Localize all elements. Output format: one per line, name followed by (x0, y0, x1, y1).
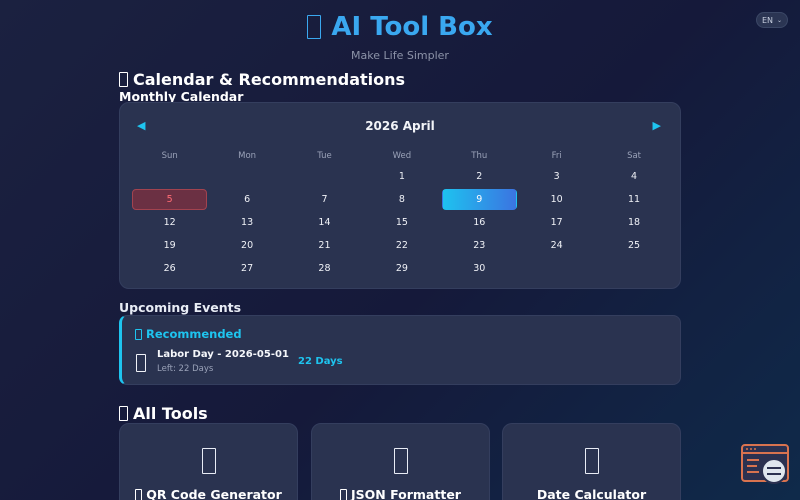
event-days-countdown: 22 Days (298, 356, 343, 367)
calendar-section-heading: Calendar & Recommendations Monthly Calen… (119, 70, 681, 104)
tool-label-text: QR Code Generator (146, 487, 282, 500)
header: AI Tool Box Make Life Simpler (0, 0, 800, 62)
calendar-icon (503, 448, 680, 474)
app-title-text: AI Tool Box (331, 12, 493, 42)
event-card[interactable]: Recommended Labor Day - 2026-05-01 Left:… (119, 315, 681, 385)
calendar-day[interactable]: 8 (364, 189, 439, 210)
calendar-empty-cell (596, 258, 671, 279)
weekday-header: Mon (238, 151, 257, 161)
calendar-day[interactable]: 26 (132, 258, 207, 279)
section-title-calendar: Calendar & Recommendations (119, 70, 681, 89)
calendar-day[interactable]: 4 (596, 166, 671, 187)
next-month-button[interactable]: ▶ (653, 119, 661, 132)
calendar-day[interactable]: 27 (209, 258, 284, 279)
language-label: EN (761, 15, 774, 25)
tool-label: Date Calculator (503, 487, 680, 500)
calendar-empty-cell (209, 166, 284, 187)
event-name: Labor Day - 2026-05-01 (157, 349, 289, 360)
recommended-label: Recommended (135, 327, 242, 341)
qr-code-small-icon (135, 488, 143, 500)
calendar-day-holiday[interactable]: 5 (132, 189, 208, 210)
weekday-header: Tue (317, 151, 332, 161)
code-braces-small-icon (340, 488, 348, 500)
weekday-header: Sat (627, 151, 641, 161)
qr-code-icon (120, 448, 297, 474)
chevron-down-icon: ⌄ (776, 16, 782, 24)
calendar-day[interactable]: 29 (364, 258, 439, 279)
event-icon (136, 352, 146, 372)
calendar-day[interactable]: 10 (519, 189, 594, 210)
calendar-day[interactable]: 30 (442, 258, 517, 279)
calendar-day[interactable]: 25 (596, 235, 671, 256)
calendar-day-today[interactable]: 9 (441, 189, 517, 210)
calendar-day[interactable]: 18 (596, 212, 671, 233)
tool-label: JSON Formatter (312, 487, 489, 500)
recommended-label-text: Recommended (146, 327, 242, 341)
feedback-widget-icon[interactable] (741, 444, 789, 486)
calendar-day[interactable]: 12 (132, 212, 207, 233)
calendar-day[interactable]: 13 (209, 212, 284, 233)
calendar-month-label: 2026 April (365, 119, 435, 133)
calendar-day[interactable]: 3 (519, 166, 594, 187)
calendar-day[interactable]: 2 (442, 166, 517, 187)
calendar-empty-cell (519, 258, 594, 279)
app-title: AI Tool Box (0, 10, 800, 44)
calendar-day[interactable]: 28 (287, 258, 362, 279)
tool-card-date-calculator[interactable]: Date Calculator (502, 423, 681, 500)
calendar-day[interactable]: 21 (287, 235, 362, 256)
calendar-empty-cell (287, 166, 362, 187)
star-icon (135, 328, 142, 340)
calendar-grid: Sun Mon Tue Wed Thu Fri Sat 1 2 3 4 5 6 7 8 9 10 11 12 13 14… (131, 147, 673, 280)
tool-label: QR Code Generator (120, 487, 297, 500)
weekday-header: Sun (161, 151, 178, 161)
section-title-tools-text: All Tools (133, 404, 208, 423)
tools-section-icon (119, 406, 128, 421)
calendar-day[interactable]: 17 (519, 212, 594, 233)
calendar-day[interactable]: 22 (364, 235, 439, 256)
section-title-calendar-text: Calendar & Recommendations (133, 70, 406, 89)
calendar-day[interactable]: 6 (209, 189, 284, 210)
calendar-day[interactable]: 19 (132, 235, 207, 256)
code-braces-icon (312, 448, 489, 474)
calendar-day[interactable]: 14 (287, 212, 362, 233)
tool-card-qr-code-generator[interactable]: QR Code Generator (119, 423, 298, 500)
weekday-header: Thu (471, 151, 488, 161)
weekday-header: Fri (551, 151, 562, 161)
calendar-empty-cell (132, 166, 207, 187)
calendar-day[interactable]: 15 (364, 212, 439, 233)
tool-card-json-formatter[interactable]: JSON Formatter (311, 423, 490, 500)
calendar-day[interactable]: 24 (519, 235, 594, 256)
calendar-header: ◀ 2026 April ▶ (120, 103, 680, 149)
calendar: ◀ 2026 April ▶ Sun Mon Tue Wed Thu Fri Sat 1 2 3 4… (119, 102, 681, 289)
calendar-day[interactable]: 16 (442, 212, 517, 233)
weekday-header: Wed (392, 151, 412, 161)
app-subtitle: Make Life Simpler (351, 49, 449, 62)
calendar-day[interactable]: 23 (442, 235, 517, 256)
calendar-day[interactable]: 11 (596, 189, 671, 210)
section-title-tools: All Tools (119, 404, 208, 423)
calendar-day[interactable]: 20 (209, 235, 284, 256)
upcoming-events-title: Upcoming Events (119, 300, 242, 315)
calendar-section-icon (119, 72, 128, 87)
toolbox-icon (307, 15, 322, 39)
tool-label-text: Date Calculator (536, 487, 647, 500)
tool-label-text: JSON Formatter (351, 487, 461, 500)
language-selector[interactable]: EN ⌄ (756, 12, 788, 28)
calendar-day[interactable]: 7 (287, 189, 362, 210)
calendar-day[interactable]: 1 (364, 166, 439, 187)
event-left: Left: 22 Days (157, 364, 214, 374)
